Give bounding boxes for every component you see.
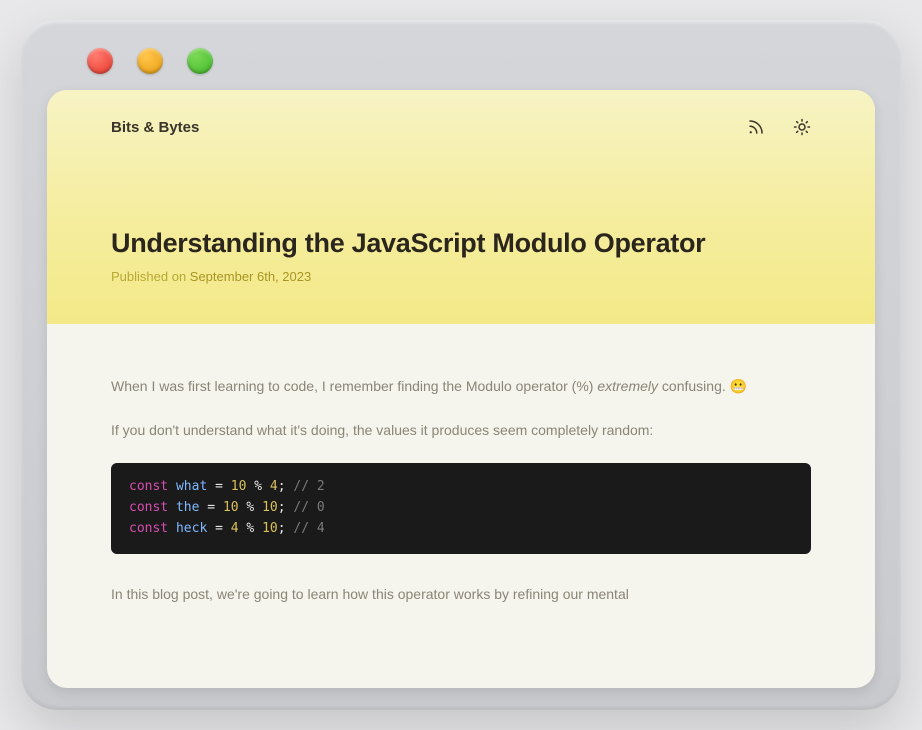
published-date: September 6th, 2023: [190, 269, 311, 284]
code-line: const the = 10 % 10; // 0: [129, 498, 793, 519]
minimize-window-button[interactable]: [137, 48, 163, 74]
code-assign: =: [199, 500, 222, 515]
code-keyword: const: [129, 521, 168, 536]
code-number: 4: [270, 479, 278, 494]
code-assign: =: [207, 521, 230, 536]
code-comment: // 0: [286, 500, 325, 515]
code-operator: %: [239, 521, 262, 536]
code-comment: // 4: [286, 521, 325, 536]
code-keyword: const: [129, 479, 168, 494]
code-operator: %: [246, 479, 269, 494]
code-punct: ;: [278, 479, 286, 494]
p1-text-b: confusing. 😬: [658, 378, 747, 394]
code-number: 10: [231, 479, 247, 494]
p1-text-a: When I was first learning to code, I rem…: [111, 378, 597, 394]
code-variable: the: [176, 500, 199, 515]
published-line: Published on September 6th, 2023: [111, 269, 811, 284]
paragraph-3: In this blog post, we're going to learn …: [111, 584, 811, 606]
code-variable: heck: [176, 521, 207, 536]
browser-window: Bits & Bytes Understanding the JavaScrip…: [21, 20, 901, 710]
p1-emphasis: extremely: [597, 378, 658, 394]
published-prefix: Published on: [111, 269, 190, 284]
code-block: const what = 10 % 4; // 2const the = 10 …: [111, 463, 811, 553]
code-variable: what: [176, 479, 207, 494]
article-title: Understanding the JavaScript Modulo Oper…: [111, 228, 811, 259]
code-number: 10: [223, 500, 239, 515]
close-window-button[interactable]: [87, 48, 113, 74]
code-line: const heck = 4 % 10; // 4: [129, 519, 793, 540]
sun-icon[interactable]: [793, 118, 811, 136]
page-content: Bits & Bytes Understanding the JavaScrip…: [47, 90, 875, 688]
paragraph-1: When I was first learning to code, I rem…: [111, 376, 811, 398]
traffic-lights: [47, 40, 875, 90]
code-punct: ;: [278, 500, 286, 515]
code-line: const what = 10 % 4; // 2: [129, 477, 793, 498]
code-number: 4: [231, 521, 239, 536]
code-assign: =: [207, 479, 230, 494]
code-comment: // 2: [286, 479, 325, 494]
paragraph-2: If you don't understand what it's doing,…: [111, 420, 811, 442]
header-band: Bits & Bytes Understanding the JavaScrip…: [47, 90, 875, 324]
article-body: When I was first learning to code, I rem…: [47, 324, 875, 651]
code-punct: ;: [278, 521, 286, 536]
site-title[interactable]: Bits & Bytes: [111, 119, 199, 136]
maximize-window-button[interactable]: [187, 48, 213, 74]
topbar-icons: [747, 118, 811, 136]
code-operator: %: [239, 500, 262, 515]
rss-icon[interactable]: [747, 118, 765, 136]
code-number: 10: [262, 500, 278, 515]
code-number: 10: [262, 521, 278, 536]
code-keyword: const: [129, 500, 168, 515]
topbar: Bits & Bytes: [111, 118, 811, 136]
